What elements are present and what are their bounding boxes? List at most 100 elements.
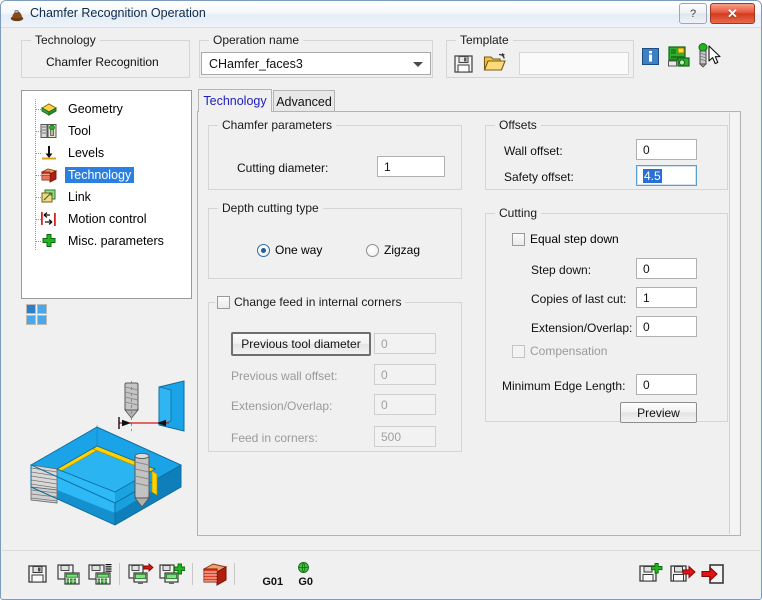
radio-label: One way (275, 243, 323, 257)
copies-of-last-cut-label: Copies of last cut: (531, 292, 627, 306)
cutting-diameter-input[interactable]: 1 (377, 156, 445, 177)
save-exit-icon[interactable] (670, 563, 696, 587)
cutting-extension-overlap-label: Extension/Overlap: (531, 321, 633, 335)
change-feed-label: Change feed in internal corners (234, 295, 402, 309)
safety-offset-value: 4.5 (643, 168, 662, 183)
misc-parameters-icon (40, 233, 58, 250)
panel-scrollbar[interactable] (729, 113, 739, 534)
change-feed-extension-overlap-value: 0 (381, 397, 388, 412)
help-label: ? (689, 7, 697, 20)
tree-item-label: Technology (65, 167, 135, 183)
radio-indicator (366, 243, 379, 257)
cutting-extension-overlap-input[interactable]: 0 (636, 316, 697, 337)
offsets-group: Offsets Wall offset: 0 Safety offset: 4.… (485, 118, 728, 190)
template-group-label: Template (456, 33, 513, 47)
wall-offset-value: 0 (643, 142, 650, 157)
tree-item-link[interactable]: Link (40, 186, 94, 208)
previous-tool-diameter-button-label: Previous tool diameter (241, 337, 361, 351)
radio-one-way[interactable]: One way (257, 243, 322, 257)
tree-item-label: Motion control (68, 212, 147, 226)
previous-tool-diameter-value: 0 (381, 336, 388, 351)
technology-group: Technology Chamfer Recognition (21, 33, 190, 78)
save-new-icon[interactable] (639, 563, 663, 587)
tab-label: Advanced (276, 94, 332, 109)
step-down-input[interactable]: 0 (636, 258, 697, 279)
radio-label: Zigzag (384, 243, 421, 257)
depth-cutting-type-group: Depth cutting type One way Zigzag (208, 201, 462, 279)
save-calculate-icon[interactable] (57, 563, 81, 587)
help-button[interactable]: ? (679, 3, 707, 24)
preview-button-label: Preview (637, 405, 680, 420)
safety-offset-input[interactable]: 4.5 (636, 165, 697, 186)
machine-simulate-icon[interactable] (668, 45, 692, 71)
wall-offset-input[interactable]: 0 (636, 139, 697, 160)
save-simulate-icon[interactable] (128, 563, 154, 587)
stock-icon[interactable] (202, 562, 228, 586)
tree-item-misc-parameters[interactable]: Misc. parameters (40, 230, 167, 252)
copies-of-last-cut-value: 1 (643, 290, 650, 305)
template-value (520, 56, 525, 70)
radio-zigzag[interactable]: Zigzag (366, 243, 420, 257)
template-field[interactable] (519, 52, 629, 75)
folder-open-icon[interactable] (483, 52, 507, 77)
chamfer-recognition-dialog: Chamfer Recognition Operation ? ✕ Techno… (0, 0, 762, 600)
operation-name-combobox[interactable]: CHamfer_faces3 (201, 52, 431, 75)
change-feed-group: Change feed in internal corners Previous… (208, 295, 462, 452)
tree-item-technology[interactable]: Technology (40, 164, 135, 186)
exit-icon[interactable] (701, 563, 725, 587)
copies-of-last-cut-input[interactable]: 1 (636, 287, 697, 308)
toolbar-separator (119, 563, 120, 585)
chevron-down-icon (413, 61, 423, 67)
previous-wall-offset-label: Previous wall offset: (231, 369, 338, 383)
step-down-label: Step down: (531, 263, 592, 277)
technology-icon (40, 167, 58, 184)
feed-in-corners-input[interactable]: 500 (374, 426, 436, 447)
tree-item-label: Tool (68, 124, 91, 138)
operation-preview-illustration (19, 373, 199, 533)
preview-button[interactable]: Preview (620, 402, 697, 423)
save-calculate-list-icon[interactable] (88, 563, 112, 587)
gcode-line1: G0 (298, 576, 314, 588)
tab-technology[interactable]: Technology (198, 89, 272, 112)
tab-label: Technology (203, 94, 267, 108)
application-icon (9, 7, 25, 23)
floppy-save-icon[interactable] (453, 53, 474, 77)
minimum-edge-length-input[interactable]: 0 (636, 374, 697, 395)
tree-item-levels[interactable]: Levels (40, 142, 107, 164)
gcode-globe-badge-icon (298, 562, 309, 576)
tool-icon (40, 123, 58, 140)
tool-pick-icon[interactable] (697, 43, 719, 72)
equal-step-down-checkbox[interactable]: Equal step down (512, 232, 619, 246)
operation-name-group-label: Operation name (209, 33, 304, 47)
tree-item-motion-control[interactable]: Motion control (40, 208, 150, 230)
info-icon[interactable] (642, 48, 659, 68)
cutting-group-label: Cutting (495, 206, 542, 220)
step-down-value: 0 (643, 261, 650, 276)
checkbox-indicator (512, 344, 525, 358)
title-bar: Chamfer Recognition Operation ? ✕ (1, 1, 761, 28)
grid-view-toggle[interactable] (26, 304, 48, 329)
previous-tool-diameter-input[interactable]: 0 (374, 333, 436, 354)
save-simulate-add-icon[interactable] (159, 563, 186, 587)
compensation-label: Compensation (530, 344, 608, 358)
tree-item-geometry[interactable]: Geometry (40, 98, 126, 120)
minimum-edge-length-label: Minimum Edge Length: (502, 379, 626, 393)
feed-in-corners-value: 500 (381, 429, 402, 444)
close-button[interactable]: ✕ (710, 3, 755, 24)
tree-item-tool[interactable]: Tool (40, 120, 94, 142)
tree-item-label: Misc. parameters (68, 234, 164, 248)
tree-item-label: Link (68, 190, 91, 204)
tree-item-label: Geometry (68, 102, 123, 116)
gcode-g01-g00[interactable]: G01 G00 (244, 564, 283, 600)
tab-advanced[interactable]: Advanced (273, 90, 335, 112)
wall-offset-label: Wall offset: (504, 144, 563, 158)
technology-group-label: Technology (31, 33, 100, 47)
compensation-checkbox[interactable]: Compensation (512, 344, 607, 358)
change-feed-checkbox[interactable]: Change feed in internal corners (215, 295, 406, 309)
cutting-diameter-label: Cutting diameter: (237, 161, 329, 175)
save-icon[interactable] (27, 563, 51, 587)
previous-wall-offset-input[interactable]: 0 (374, 364, 436, 385)
navigation-tree[interactable]: Geometry Tool Levels Technology Link Mot… (21, 90, 192, 299)
change-feed-extension-overlap-input[interactable]: 0 (374, 394, 436, 415)
previous-tool-diameter-button[interactable]: Previous tool diameter (231, 332, 371, 356)
